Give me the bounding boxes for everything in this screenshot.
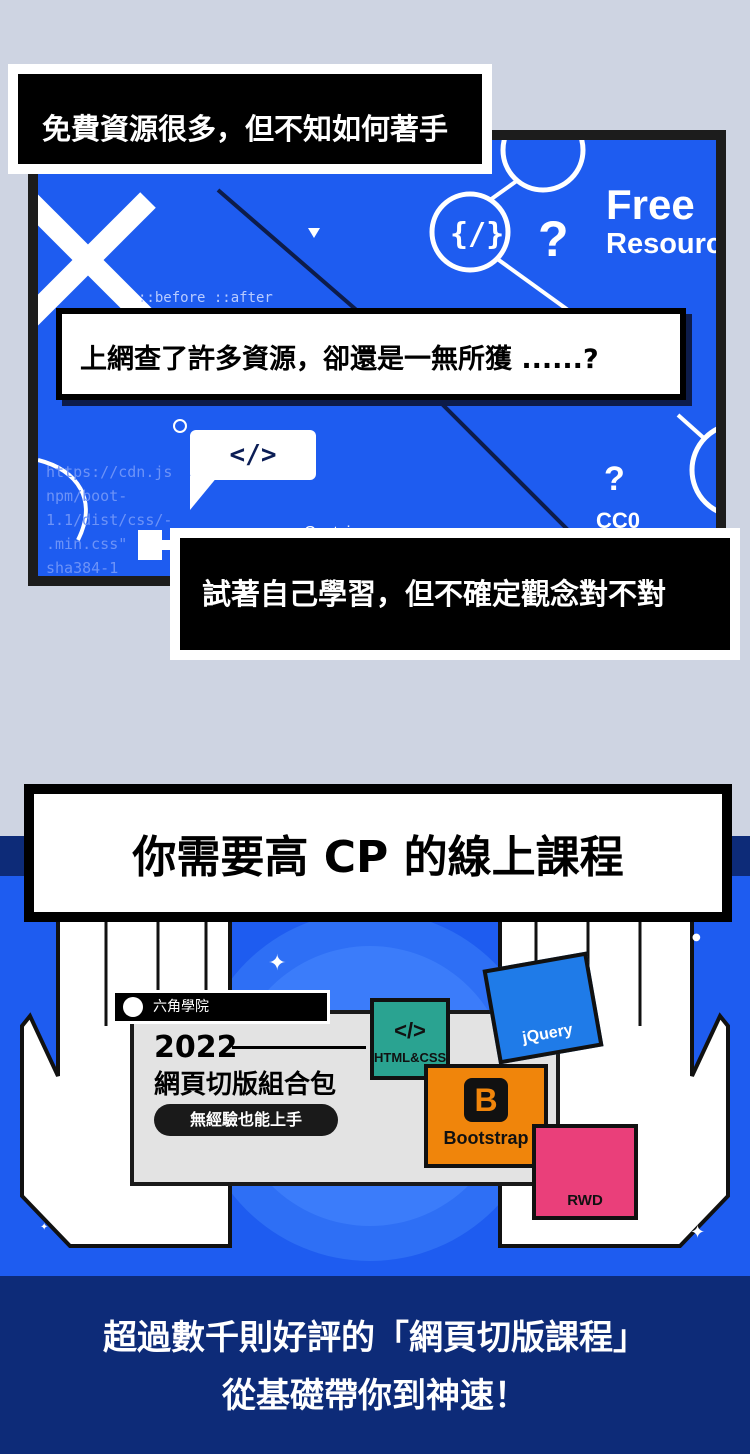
course-title-box: 你需要高 CP 的線上課程 bbox=[24, 784, 732, 922]
package-name: 網頁切版組合包 bbox=[154, 1070, 337, 1100]
course-year: 2022 bbox=[154, 1030, 238, 1065]
callout-searched-resources: 上網查了許多資源，卻還是一無所獲 ......? bbox=[56, 308, 686, 400]
html-css-label: HTML&CSS bbox=[374, 1050, 447, 1065]
bottom-subheadline: 從基礎帶你到神速！ bbox=[222, 1376, 528, 1416]
brand-name: 六角學院 bbox=[153, 999, 209, 1015]
cdn-code-lines: https://cdn.js npm/boot- 1.1/dist/css/- … bbox=[46, 463, 173, 576]
resource-label: Resourc bbox=[606, 228, 716, 260]
page: {/} ? ? Free Resourc ::before ::after ht… bbox=[0, 0, 750, 1454]
svg-text:✦: ✦ bbox=[268, 951, 286, 976]
svg-text:?: ? bbox=[604, 460, 625, 498]
code-bubble: </> bbox=[190, 430, 316, 480]
rwd-puzzle-piece: RWD bbox=[532, 1124, 638, 1220]
free-label: Free bbox=[606, 181, 695, 228]
jquery-label: jQuery bbox=[521, 1021, 575, 1047]
rwd-label: RWD bbox=[567, 1192, 603, 1209]
bootstrap-puzzle-piece: B Bootstrap bbox=[424, 1064, 548, 1168]
callout-free-resources: 免費資源很多，但不知如何著手 bbox=[8, 64, 492, 174]
code-bubble-tail bbox=[190, 476, 218, 510]
svg-text:✦: ✦ bbox=[690, 1222, 705, 1243]
bootstrap-logo-icon: B bbox=[464, 1078, 508, 1122]
html-code-icon: </> bbox=[394, 1018, 426, 1043]
hexschool-logo-icon bbox=[123, 997, 143, 1017]
svg-text:✦: ✦ bbox=[40, 1222, 48, 1233]
course-title: 你需要高 CP 的線上課程 bbox=[34, 794, 722, 912]
jquery-puzzle-piece: jQuery bbox=[482, 951, 604, 1065]
year-divider bbox=[232, 1046, 366, 1049]
svg-text:{/}: {/} bbox=[450, 217, 504, 252]
callout-self-learning: 試著自己學習，但不確定觀念對不對 bbox=[170, 528, 740, 660]
brand-tab: 六角學院 bbox=[112, 990, 330, 1024]
bottom-banner bbox=[0, 1276, 750, 1454]
svg-text:?: ? bbox=[538, 211, 569, 267]
bottom-headline: 超過數千則好評的「網頁切版課程」 bbox=[103, 1318, 647, 1358]
no-experience-badge: 無經驗也能上手 bbox=[154, 1104, 338, 1136]
bootstrap-label: Bootstrap bbox=[443, 1128, 529, 1148]
svg-text:●: ● bbox=[692, 932, 701, 943]
pseudo-element-label: ::before ::after bbox=[138, 290, 273, 306]
